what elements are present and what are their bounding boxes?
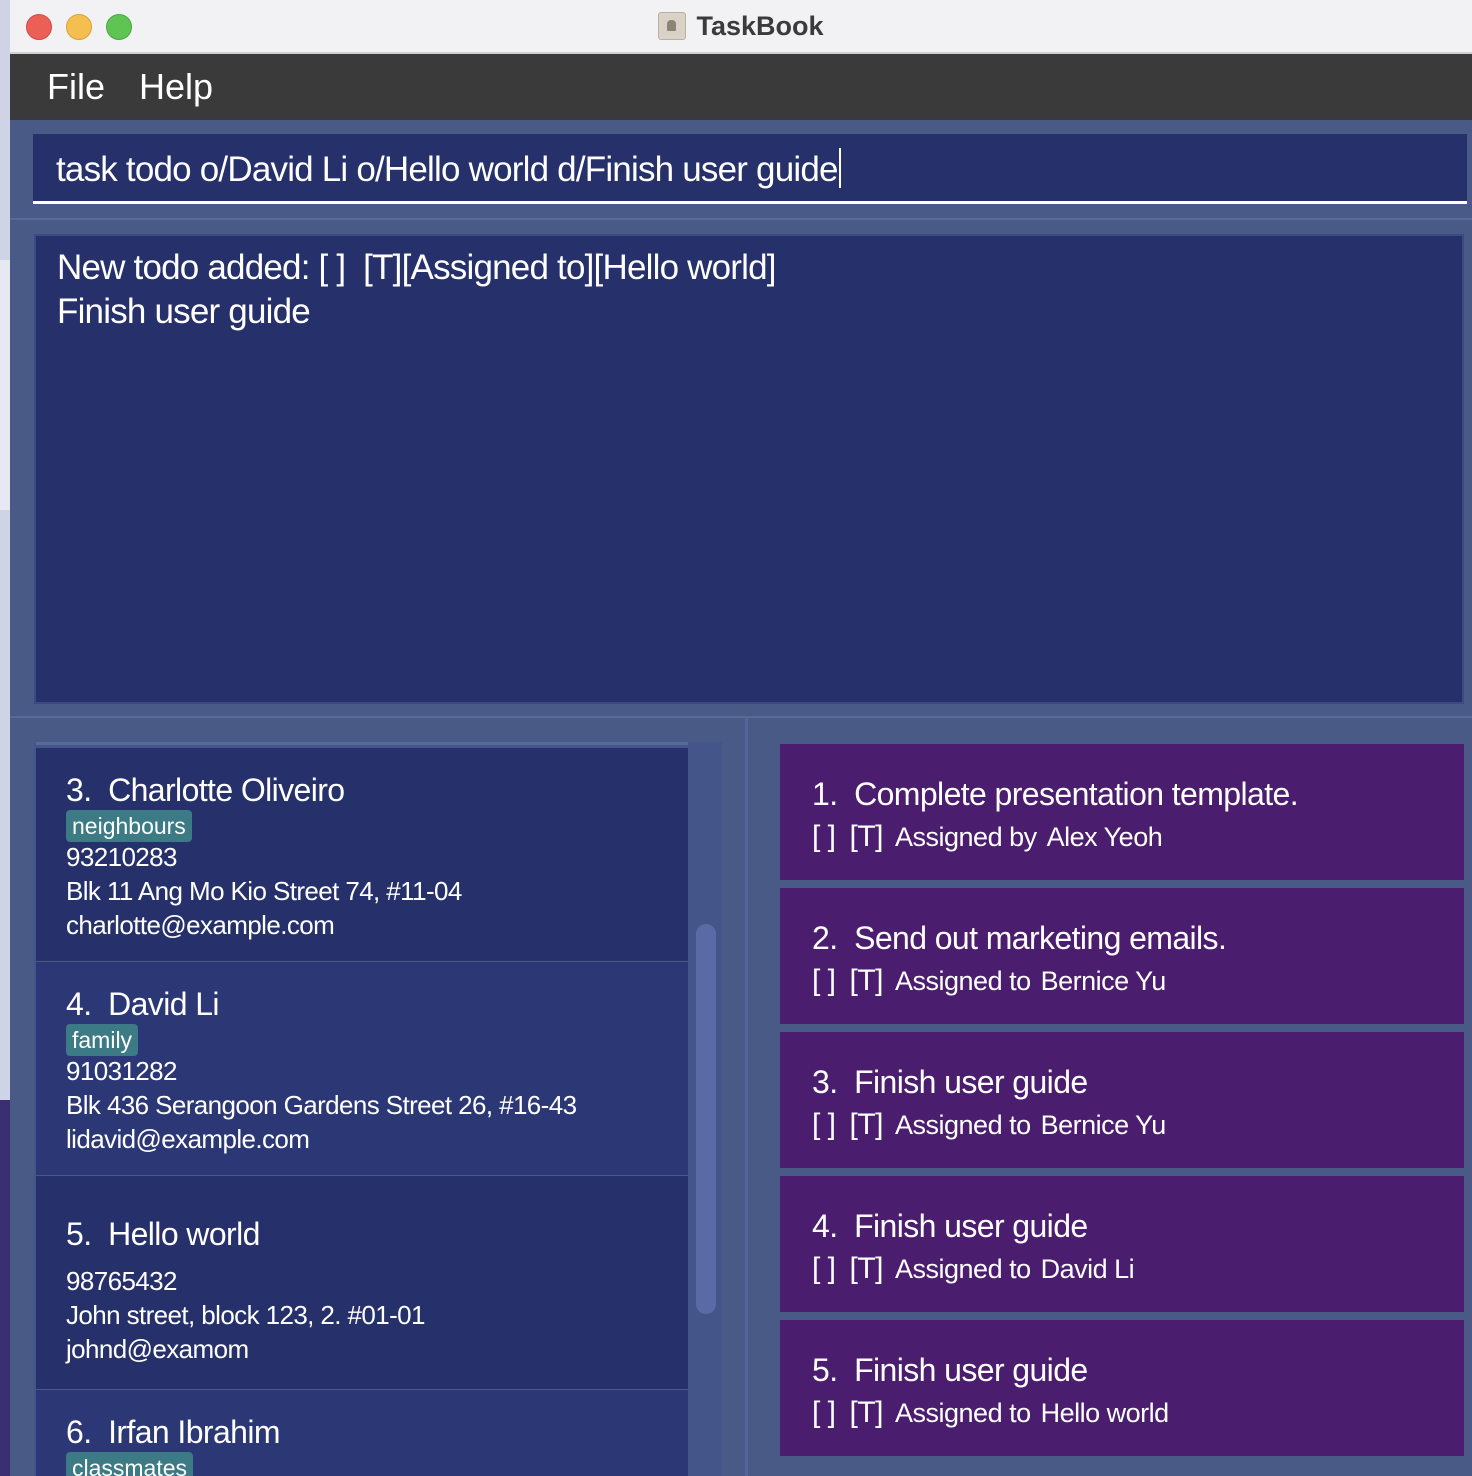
task-assignee: Bernice Yu <box>1040 966 1167 996</box>
task-relation: Assigned to <box>895 966 1031 996</box>
person-name: 5. Hello world <box>66 1216 260 1252</box>
task-title: 3. Finish user guide <box>812 1064 1088 1100</box>
task-title: 1. Complete presentation template. <box>812 776 1299 812</box>
person-phone: 91031282 <box>66 1056 177 1086</box>
command-input-value: task todo o/David Li o/Hello world d/Fin… <box>56 150 838 189</box>
result-area: New todo added: [ ] [T][Assigned to][Hel… <box>10 218 1472 718</box>
task-relation: Assigned by <box>895 822 1037 852</box>
task-type: [T] <box>849 964 884 997</box>
task-status: [ ] <box>812 1108 836 1141</box>
person-list-scroll-thumb[interactable] <box>696 924 716 1314</box>
task-status: [ ] <box>812 820 836 853</box>
task-details: [ ] [T] Assigned to Hello world <box>812 1396 1169 1430</box>
task-assignee: Alex Yeoh <box>1046 822 1163 852</box>
task-assignee: David Li <box>1040 1254 1135 1284</box>
person-list[interactable]: 3. Charlotte Oliveiro neighbours 9321028… <box>34 742 722 1476</box>
task-details: [ ] [T] Assigned by Alex Yeoh <box>812 820 1163 854</box>
person-card[interactable]: 4. David Li family 91031282 Blk 436 Sera… <box>36 962 688 1178</box>
list-divider <box>36 742 688 745</box>
person-card[interactable]: 6. Irfan Ibrahim classmates <box>36 1390 688 1476</box>
person-tag: classmates <box>66 1452 194 1476</box>
menu-bar: File Help <box>10 54 1472 120</box>
desktop-edge <box>0 0 10 1476</box>
app-window: TaskBook File Help task todo o/David Li … <box>10 0 1472 1476</box>
task-relation: Assigned to <box>895 1110 1031 1140</box>
person-phone: 98765432 <box>66 1266 177 1296</box>
title-bar: TaskBook <box>10 0 1472 54</box>
task-card[interactable]: 4. Finish user guide [ ] [T] Assigned to Da… <box>780 1176 1464 1316</box>
task-card[interactable]: 2. Send out marketing emails. [ ] [T] Assi… <box>780 888 1464 1028</box>
desktop-background-window <box>0 0 10 1100</box>
task-list[interactable]: 1. Complete presentation template. [ ] [T… <box>780 744 1464 1476</box>
task-relation: Assigned to <box>895 1398 1031 1428</box>
panel-divider <box>745 718 748 1476</box>
task-card[interactable]: 1. Complete presentation template. [ ] [T… <box>780 744 1464 884</box>
task-status: [ ] <box>812 1252 836 1285</box>
person-tag: family <box>66 1024 139 1056</box>
person-card[interactable]: 5. Hello world 98765432 John street, blo… <box>36 1176 688 1392</box>
person-email: johnd@examom <box>66 1334 249 1364</box>
person-email: lidavid@example.com <box>66 1124 310 1154</box>
task-card[interactable]: 3. Finish user guide [ ] [T] Assigned to Be… <box>780 1032 1464 1172</box>
person-name: 6. Irfan Ibrahim <box>66 1414 281 1450</box>
window-title: TaskBook <box>696 10 824 41</box>
task-status: [ ] <box>812 1396 836 1429</box>
task-status: [ ] <box>812 964 836 997</box>
task-details: [ ] [T] Assigned to David Li <box>812 1252 1135 1286</box>
person-email: charlotte@example.com <box>66 910 335 940</box>
task-assignee: Hello world <box>1040 1398 1170 1428</box>
task-type: [T] <box>849 1252 884 1285</box>
task-title: 5. Finish user guide <box>812 1352 1088 1388</box>
person-address: Blk 11 Ang Mo Kio Street 74, #11-04 <box>66 876 462 906</box>
person-tag: neighbours <box>66 810 192 842</box>
text-caret <box>838 148 841 188</box>
task-relation: Assigned to <box>895 1254 1031 1284</box>
person-address: John street, block 123, 2. #01-01 <box>66 1300 425 1330</box>
person-phone: 93210283 <box>66 842 177 872</box>
command-area: task todo o/David Li o/Hello world d/Fin… <box>10 120 1472 218</box>
task-type: [T] <box>849 1108 884 1141</box>
menu-file[interactable]: File <box>47 66 105 108</box>
menu-help[interactable]: Help <box>139 66 213 108</box>
desktop-background-window-highlight <box>0 260 10 510</box>
command-input[interactable]: task todo o/David Li o/Hello world d/Fin… <box>33 134 1467 204</box>
task-details: [ ] [T] Assigned to Bernice Yu <box>812 964 1166 998</box>
task-title: 4. Finish user guide <box>812 1208 1088 1244</box>
task-type: [T] <box>849 1396 884 1429</box>
task-card[interactable]: 5. Finish user guide [ ] [T] Assigned to He… <box>780 1320 1464 1460</box>
list-area: 3. Charlotte Oliveiro neighbours 9321028… <box>10 716 1472 1476</box>
task-assignee: Bernice Yu <box>1040 1110 1167 1140</box>
result-display: New todo added: [ ] [T][Assigned to][Hel… <box>34 234 1464 704</box>
task-type: [T] <box>849 820 884 853</box>
person-name: 4. David Li <box>66 986 220 1022</box>
person-address: Blk 436 Serangoon Gardens Street 26, #16… <box>66 1090 577 1120</box>
app-icon <box>658 12 687 40</box>
person-card[interactable]: 3. Charlotte Oliveiro neighbours 9321028… <box>36 748 688 964</box>
person-name: 3. Charlotte Oliveiro <box>66 772 345 808</box>
task-title: 2. Send out marketing emails. <box>812 920 1227 956</box>
task-details: [ ] [T] Assigned to Bernice Yu <box>812 1108 1166 1142</box>
result-text: New todo added: [ ] [T][Assigned to][Hel… <box>57 248 777 331</box>
